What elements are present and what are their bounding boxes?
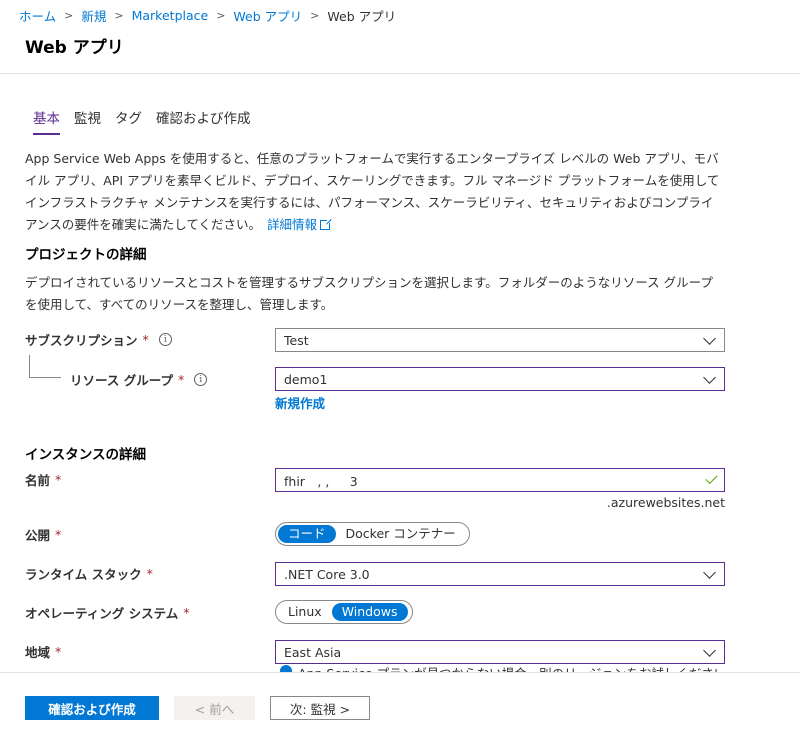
breadcrumb-web-app[interactable]: Web アプリ bbox=[233, 6, 302, 25]
instance-details-title: インスタンスの詳細 bbox=[25, 447, 146, 463]
create-new-link[interactable]: 新規作成 bbox=[275, 393, 325, 412]
breadcrumb-current: Web アプリ bbox=[327, 9, 397, 24]
page-title: Web アプリ bbox=[25, 38, 124, 58]
name-input[interactable]: fhir , , 3 bbox=[275, 468, 725, 492]
os-toggle: Linux Windows bbox=[275, 600, 413, 624]
tab-basics[interactable]: 基本 bbox=[33, 107, 60, 135]
tab-tags[interactable]: タグ bbox=[115, 107, 142, 135]
next-monitoring-button[interactable]: 次: 監視 > bbox=[270, 696, 370, 720]
chevron-down-icon bbox=[703, 644, 716, 657]
runtime-label: ランタイム スタック * bbox=[25, 564, 153, 583]
name-input-value: fhir , , 3 bbox=[284, 473, 358, 489]
tab-bar: 基本 監視 タグ 確認および作成 bbox=[33, 107, 265, 135]
domain-suffix: .azurewebsites.net bbox=[606, 495, 725, 510]
region-value: East Asia bbox=[284, 644, 342, 660]
chevron-right-icon: > bbox=[216, 9, 226, 22]
required-mark: * bbox=[55, 472, 62, 487]
info-circle-icon bbox=[280, 665, 292, 672]
os-option-windows[interactable]: Windows bbox=[331, 603, 408, 621]
info-icon[interactable]: i bbox=[158, 333, 172, 346]
chevron-down-icon bbox=[703, 566, 716, 579]
name-label: 名前 * bbox=[25, 470, 61, 489]
chevron-right-icon: > bbox=[310, 9, 320, 22]
external-link-icon bbox=[320, 218, 333, 230]
required-mark: * bbox=[177, 372, 185, 387]
required-mark: * bbox=[146, 566, 153, 581]
resource-group-label-text: リソース グループ bbox=[70, 373, 173, 388]
region-notice: App Service プランが見つからない場合、別のリージョンをお試しください bbox=[280, 664, 720, 672]
title-divider bbox=[0, 73, 800, 74]
runtime-label-text: ランタイム スタック bbox=[25, 567, 142, 582]
publish-label: 公開 * bbox=[25, 525, 61, 544]
os-label: オペレーティング システム * bbox=[25, 603, 189, 622]
resource-group-dropdown[interactable]: demo1 bbox=[275, 367, 725, 391]
tree-connector bbox=[29, 377, 61, 378]
project-details-desc: デプロイされているリソースとコストを管理するサブスクリプションを選択します。フォ… bbox=[25, 275, 713, 312]
resource-group-value: demo1 bbox=[284, 371, 328, 387]
intro-text-block: App Service Web Apps を使用すると、任意のプラットフォームで… bbox=[25, 148, 725, 236]
subscription-label-text: サブスクリプション bbox=[25, 333, 138, 348]
learn-more-link[interactable]: 詳細情報 bbox=[267, 217, 317, 232]
region-notice-text: App Service プランが見つからない場合、別のリージョンをお試しください bbox=[298, 664, 720, 673]
required-mark: * bbox=[142, 332, 149, 347]
region-dropdown[interactable]: East Asia bbox=[275, 640, 725, 664]
publish-label-text: 公開 bbox=[25, 528, 51, 543]
required-mark: * bbox=[55, 527, 62, 542]
tab-review-create[interactable]: 確認および作成 bbox=[156, 107, 251, 135]
resource-group-label: リソース グループ * i bbox=[70, 370, 208, 389]
intro-text: App Service Web Apps を使用すると、任意のプラットフォームで… bbox=[25, 151, 720, 232]
region-label-text: 地域 bbox=[25, 645, 51, 660]
subscription-dropdown[interactable]: Test bbox=[275, 328, 725, 352]
tab-monitoring[interactable]: 監視 bbox=[74, 107, 101, 135]
chevron-right-icon: > bbox=[64, 9, 74, 22]
checkmark-icon bbox=[705, 471, 718, 485]
required-mark: * bbox=[183, 605, 190, 620]
breadcrumb: ホーム > 新規 > Marketplace > Web アプリ > Web ア… bbox=[19, 6, 396, 25]
runtime-stack-dropdown[interactable]: .NET Core 3.0 bbox=[275, 562, 725, 586]
tree-connector bbox=[29, 355, 30, 377]
runtime-stack-value: .NET Core 3.0 bbox=[284, 566, 370, 582]
info-icon[interactable]: i bbox=[194, 373, 208, 386]
name-label-text: 名前 bbox=[25, 473, 51, 488]
chevron-down-icon bbox=[703, 371, 716, 384]
subscription-value: Test bbox=[284, 332, 309, 348]
chevron-right-icon: > bbox=[114, 9, 124, 22]
publish-option-code[interactable]: コード bbox=[278, 525, 336, 543]
os-option-linux[interactable]: Linux bbox=[278, 603, 332, 621]
publish-toggle: コード Docker コンテナー bbox=[275, 522, 470, 546]
previous-button[interactable]: < 前へ bbox=[174, 696, 255, 720]
required-mark: * bbox=[55, 644, 62, 659]
chevron-down-icon bbox=[703, 332, 716, 345]
review-create-button[interactable]: 確認および作成 bbox=[25, 696, 159, 720]
breadcrumb-new[interactable]: 新規 bbox=[81, 6, 106, 25]
os-label-text: オペレーティング システム bbox=[25, 606, 179, 621]
breadcrumb-home[interactable]: ホーム bbox=[19, 6, 56, 25]
project-details-title: プロジェクトの詳細 bbox=[25, 247, 147, 263]
region-label: 地域 * bbox=[25, 642, 61, 661]
breadcrumb-marketplace[interactable]: Marketplace bbox=[132, 8, 209, 23]
subscription-label: サブスクリプション * i bbox=[25, 330, 172, 349]
publish-option-docker[interactable]: Docker コンテナー bbox=[336, 525, 466, 543]
